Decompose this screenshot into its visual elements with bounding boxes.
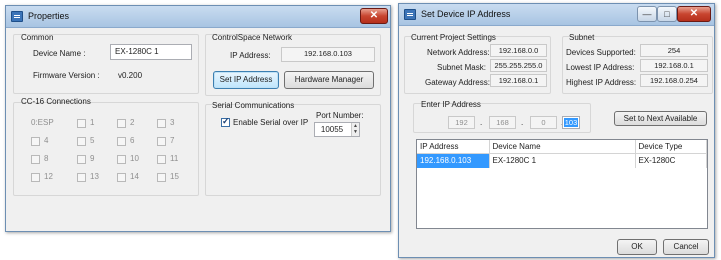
device-table: IP Address Device Name Device Type 192.1…: [417, 140, 707, 168]
ip-octet-4-input[interactable]: 103: [562, 116, 580, 129]
connection-14-checkbox[interactable]: [117, 173, 126, 182]
firmware-version-value: v0.200: [118, 71, 143, 80]
connection-9-label: 9: [90, 154, 95, 163]
device-name-input[interactable]: EX-1280C 1: [110, 44, 192, 60]
set-next-available-button[interactable]: Set to Next Available: [614, 111, 707, 126]
lowest-ip-label: Lowest IP Address:: [566, 63, 635, 72]
app-icon: [11, 11, 23, 22]
column-header-device-type[interactable]: Device Type: [635, 140, 707, 154]
ip-octet-4-selection: 103: [563, 118, 579, 127]
connection-11-label: 11: [170, 154, 179, 163]
connection-7-label: 7: [170, 136, 175, 145]
connections-group: [13, 102, 199, 196]
connection-5-label: 5: [90, 136, 95, 145]
connection-7-checkbox[interactable]: [157, 137, 166, 146]
connection-9-checkbox[interactable]: [77, 155, 86, 164]
common-group-label: Common: [21, 33, 54, 42]
devices-supported-value: 254: [640, 44, 708, 57]
connection-10-checkbox[interactable]: [117, 155, 126, 164]
enter-ip-label: Enter IP Address: [421, 100, 481, 109]
firmware-version-label: Firmware Version :: [33, 71, 100, 80]
connection-3-label: 3: [170, 118, 175, 127]
ip-dot: .: [521, 118, 524, 127]
ip-address-label: IP Address:: [230, 51, 271, 60]
lowest-ip-value: 192.168.0.1: [640, 59, 708, 72]
ip-octet-1-input[interactable]: 192: [448, 116, 475, 129]
connection-3-checkbox[interactable]: [157, 119, 166, 128]
ok-button[interactable]: OK: [617, 239, 657, 255]
connection-13-checkbox[interactable]: [77, 173, 86, 182]
connection-10-label: 10: [130, 154, 139, 163]
connection-11-checkbox[interactable]: [157, 155, 166, 164]
close-icon[interactable]: ✕: [360, 8, 388, 24]
connection-6-checkbox[interactable]: [117, 137, 126, 146]
connection-1-checkbox[interactable]: [77, 119, 86, 128]
properties-titlebar[interactable]: Properties ✕: [6, 6, 390, 28]
app-icon: [404, 9, 416, 20]
subnet-group-label: Subnet: [569, 33, 595, 42]
devices-supported-label: Devices Supported:: [566, 48, 636, 57]
connection-4-label: 4: [44, 136, 49, 145]
connection-14-label: 14: [130, 172, 139, 181]
window-title: Set Device IP Address: [421, 9, 511, 19]
ip-octet-3-input[interactable]: 0: [530, 116, 557, 129]
enable-serial-label: Enable Serial over IP: [233, 118, 309, 127]
port-spinner[interactable]: ▲ ▼: [351, 123, 359, 136]
connection-15-label: 15: [170, 172, 179, 181]
window-title: Properties: [28, 11, 70, 21]
table-row[interactable]: 192.168.0.103 EX-1280C 1 EX-1280C: [417, 153, 707, 168]
cancel-button[interactable]: Cancel: [663, 239, 709, 255]
connection-2-checkbox[interactable]: [117, 119, 126, 128]
connection-6-label: 6: [130, 136, 135, 145]
connection-8-checkbox[interactable]: [31, 155, 40, 164]
gateway-address-label: Gateway Address:: [425, 78, 490, 87]
set-ip-address-button[interactable]: Set IP Address: [213, 71, 279, 89]
connection-4-checkbox[interactable]: [31, 137, 40, 146]
enable-serial-checkbox[interactable]: [221, 116, 230, 127]
close-icon[interactable]: ✕: [677, 6, 711, 22]
network-address-value: 192.168.0.0: [490, 44, 547, 57]
connection-15-checkbox[interactable]: [157, 173, 166, 182]
cell-ip: 192.168.0.103: [417, 153, 490, 168]
minimize-icon[interactable]: —: [637, 6, 657, 22]
gateway-address-value: 192.168.0.1: [490, 74, 547, 87]
maximize-icon[interactable]: □: [657, 6, 677, 22]
current-settings-label: Current Project Settings: [411, 33, 496, 42]
connection-12-checkbox[interactable]: [31, 173, 40, 182]
port-number-label: Port Number:: [316, 111, 364, 120]
highest-ip-value: 192.168.0.254: [640, 74, 708, 87]
set-ip-window: Set Device IP Address — □ ✕ Current Proj…: [398, 3, 715, 258]
network-address-label: Network Address:: [427, 48, 490, 57]
common-group: [13, 34, 199, 94]
ip-dot: .: [480, 118, 483, 127]
cell-device-name: EX-1280C 1: [489, 153, 636, 168]
connection-13-label: 13: [90, 172, 99, 181]
serial-group-label: Serial Communications: [212, 101, 295, 110]
device-name-label: Device Name :: [33, 49, 86, 58]
cell-device-type: EX-1280C: [635, 153, 707, 168]
connection-2-label: 2: [130, 118, 135, 127]
connection-8-label: 8: [44, 154, 49, 163]
connections-group-label: CC-16 Connections: [21, 97, 91, 106]
subnet-mask-value: 255.255.255.0: [490, 59, 547, 72]
table-header-row: IP Address Device Name Device Type: [417, 140, 707, 154]
ip-address-value: 192.168.0.103: [281, 47, 375, 62]
highest-ip-label: Highest IP Address:: [566, 78, 637, 87]
connection-5-checkbox[interactable]: [77, 137, 86, 146]
properties-window: Properties ✕ Common Device Name : EX-128…: [5, 5, 391, 232]
column-header-device-name[interactable]: Device Name: [489, 140, 636, 154]
column-header-ip[interactable]: IP Address: [417, 140, 490, 154]
network-group-label: ControlSpace Network: [212, 33, 293, 42]
hardware-manager-button[interactable]: Hardware Manager: [284, 71, 374, 89]
connection-1-label: 1: [90, 118, 95, 127]
connection-12-label: 12: [44, 172, 53, 181]
set-ip-titlebar[interactable]: Set Device IP Address — □ ✕: [399, 4, 714, 26]
subnet-mask-label: Subnet Mask:: [437, 63, 486, 72]
connection-esp-label: 0:ESP: [31, 118, 54, 127]
ip-octet-2-input[interactable]: 168: [489, 116, 516, 129]
